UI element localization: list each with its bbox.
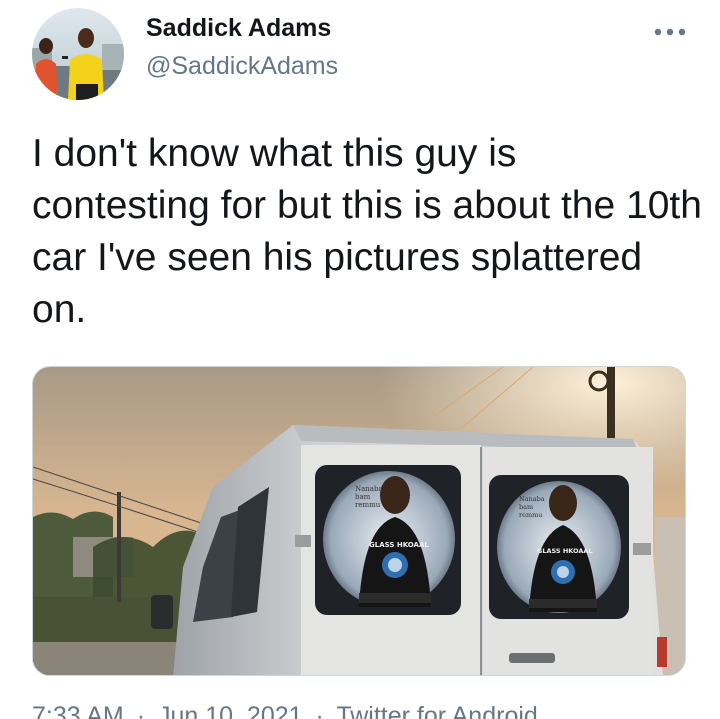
svg-text:GLASS HKOAAL: GLASS HKOAAL — [369, 541, 429, 549]
tweet-meta: 7:33 AM · Jun 10, 2021 · Twitter for And… — [32, 702, 544, 719]
svg-text:remmu: remmu — [355, 501, 381, 509]
svg-text:bam: bam — [355, 493, 371, 501]
tweet-date[interactable]: Jun 10, 2021 — [158, 702, 303, 719]
author-display-name[interactable]: Saddick Adams — [146, 14, 331, 43]
author-handle[interactable]: @SaddickAdams — [146, 52, 338, 81]
svg-text:Nanaba: Nanaba — [519, 495, 545, 503]
tweet-source[interactable]: Twitter for Android — [336, 702, 537, 719]
svg-text:bam: bam — [519, 503, 533, 511]
tweet-time[interactable]: 7:33 AM — [32, 702, 124, 719]
more-horizontal-icon — [654, 28, 686, 36]
tweet-card: Saddick Adams @SaddickAdams I don't know… — [0, 0, 720, 719]
svg-text:Nanaba: Nanaba — [355, 485, 383, 493]
more-options-button[interactable] — [650, 18, 690, 46]
svg-text:remmu: remmu — [519, 511, 542, 519]
meta-separator: · — [136, 702, 146, 719]
avatar[interactable] — [32, 8, 124, 100]
van-photo: Nanaba bam remmu GLASS HKOAAL Nanaba bam… — [33, 367, 685, 675]
avatar-photo-icon — [32, 8, 124, 100]
svg-text:GLASS HKOAAL: GLASS HKOAAL — [537, 547, 593, 555]
tweet-media-photo[interactable]: Nanaba bam remmu GLASS HKOAAL Nanaba bam… — [32, 366, 686, 676]
tweet-text: I don't know what this guy is contesting… — [32, 132, 702, 331]
meta-separator-2: · — [315, 702, 324, 719]
